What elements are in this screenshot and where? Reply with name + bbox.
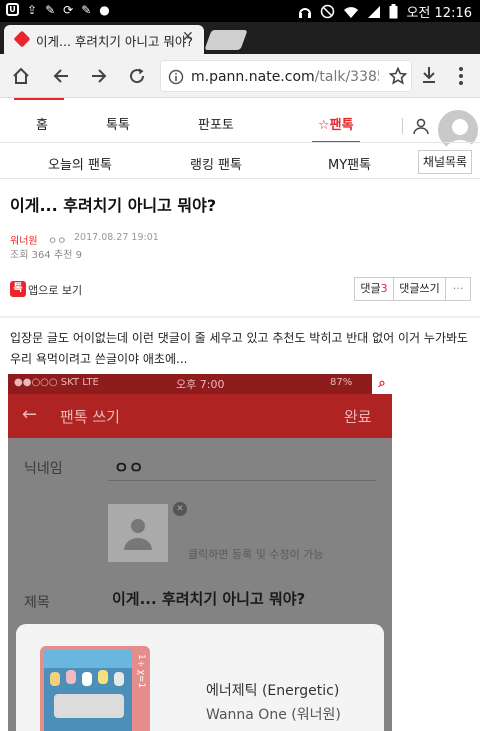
url-text[interactable]: m.pann.nate.com/talk/33854431( [191,69,379,85]
signal-icon [368,5,381,18]
embedded-nickname-value: ㅇㅇ [114,458,144,477]
zoom-search-icon[interactable]: ⌕ [372,374,392,394]
embedded-subject-value: 이게... 후려치기 아니고 뭐야? [112,590,306,608]
avatar-person-icon [444,119,476,150]
embedded-header-title: 팬톡 쓰기 [60,408,120,426]
home-icon[interactable] [12,67,30,85]
album-member-3 [82,672,92,686]
web-page: 홈 톡톡 판포토 ☆팬톡 오늘의 팬톡 랭킹 팬톡 MY팬톡 채널목록 이게..… [0,98,480,731]
embedded-battery: 87% [330,377,353,388]
app-notification-icon: U [6,3,19,16]
post-body: 입장문 글도 어이없는데 이런 댓글이 줄 세우고 있고 추천도 박히고 반대 … [10,331,469,366]
album-member-1 [50,672,60,686]
chat-icon: ● [99,3,110,17]
app-view-link[interactable]: 앱으로 보기 [28,282,82,298]
post-date: 2017.08.27 19:01 [74,232,159,243]
comment-label: 댓글 [360,282,381,295]
embedded-photo-placeholder [108,504,168,562]
avatar[interactable] [436,108,480,152]
album-cover: 1÷χ=1 [40,646,150,731]
star-icon: ☆ [318,118,330,133]
embedded-nickname-underline [108,480,376,481]
site-header-remnant [14,98,64,100]
subnav-my-fantok[interactable]: MY팬톡 [328,154,371,173]
status-time: 오전 12:16 [406,6,472,21]
embedded-nickname-label: 닉네임 [24,461,63,477]
album-member-row [54,694,124,718]
post-author[interactable]: 워너원 [10,232,38,247]
browser-toolbar: m.pann.nate.com/talk/33854431( [0,54,480,98]
write-comment-button[interactable]: 댓글쓰기 [393,277,446,301]
sync-icon: ⟳ [63,3,74,17]
mute-icon [321,4,335,19]
post-title: 이게... 후려치기 아니고 뭐야? [10,196,217,215]
browser-tab-active[interactable]: 이게... 후려치기 아니고 뭐야? ✕ [4,25,204,54]
embedded-photo-person-icon [124,519,152,550]
system-icons: 오전 12:16 [298,2,472,21]
nav-fantok-label: 팬톡 [329,118,354,133]
nav-toktok[interactable]: 톡톡 [106,114,130,133]
tab-title: 이게... 후려치기 아니고 뭐야? [36,34,193,49]
favicon-icon [13,30,31,48]
post-views: 조회 364 [10,250,51,261]
album-member-4 [98,670,108,684]
upload-icon: ⇪ [27,3,38,17]
embedded-photo-remove-icon: ✕ [173,502,187,516]
embedded-song-artist: Wanna One (워너원) [206,707,341,723]
album-title-text: 1÷χ=1 [136,654,146,689]
divider [0,178,480,179]
comment-count: 3 [380,282,388,295]
nav-panphoto[interactable]: 판포토 [198,114,234,133]
more-button[interactable]: ··· [445,277,471,301]
app-logo-icon[interactable]: 톡 [10,281,26,297]
album-member-2 [66,670,76,684]
pen-icon: ✎ [45,3,56,17]
reload-icon[interactable] [128,67,146,85]
bookmark-star-icon[interactable] [389,67,407,85]
subnav-today-fantok[interactable]: 오늘의 팬톡 [48,154,112,173]
section-separator [0,316,480,318]
nav-fantok[interactable]: ☆팬톡 [318,114,354,133]
embedded-time: 오후 7:00 [176,378,225,391]
headphones-icon [299,7,312,18]
comment-count-button[interactable]: 댓글3 [354,277,394,301]
nav-home[interactable]: 홈 [36,114,48,133]
battery-icon [389,4,398,19]
embedded-music-card: 1÷χ=1 에너제틱 (Energetic) Wanna One (워너원) [16,624,384,731]
forward-icon[interactable] [90,67,108,85]
post-recommend: 추천 9 [54,250,82,261]
embedded-subject-label: 제목 [24,595,50,611]
pen-icon: ✎ [81,3,92,17]
subnav-ranking-fantok[interactable]: 랭킹 팬톡 [190,154,242,173]
user-icon[interactable] [413,118,429,135]
url-host: m.pann.nate.com [191,69,315,85]
divider [0,142,480,143]
embedded-done: 완료 [344,408,372,426]
embedded-header: ← 팬톡 쓰기 완료 [8,394,392,438]
embedded-status-bar: ●●○○○ SKT LTE 오후 7:00 87% [8,374,392,394]
embedded-back-icon: ← [22,404,38,425]
notification-icons: U ⇪ ✎ ⟳ ✎ ● [6,3,110,17]
wifi-icon [344,6,359,18]
embedded-song-title: 에너제틱 (Energetic) [206,683,340,699]
embedded-carrier: ●●○○○ SKT LTE [14,377,99,388]
download-icon[interactable] [421,66,437,84]
menu-kebab-icon[interactable] [458,66,464,86]
new-tab-button[interactable] [204,30,248,50]
close-tab-icon[interactable]: ✕ [182,29,194,45]
url-path: /talk/33854431( [314,69,379,85]
embedded-screenshot: ●●○○○ SKT LTE 오후 7:00 87% ⌕ ← 팬톡 쓰기 완료 닉… [8,374,392,731]
url-bar[interactable]: m.pann.nate.com/talk/33854431( [160,60,412,92]
nav-divider [402,118,403,134]
embedded-photo-hint: 클릭하면 등록 및 수정이 가능 [188,548,324,561]
system-status-bar: U ⇪ ✎ ⟳ ✎ ● 오전 12:16 [0,0,480,22]
album-member-5 [114,672,124,686]
channel-list-button[interactable]: 채널목록 [418,150,472,174]
info-icon[interactable] [168,69,184,85]
browser-tab-strip: 이게... 후려치기 아니고 뭐야? ✕ [0,22,480,54]
post-nickname: ㅇㅇ [48,236,67,247]
back-icon[interactable] [52,67,70,85]
album-photo [44,650,132,731]
